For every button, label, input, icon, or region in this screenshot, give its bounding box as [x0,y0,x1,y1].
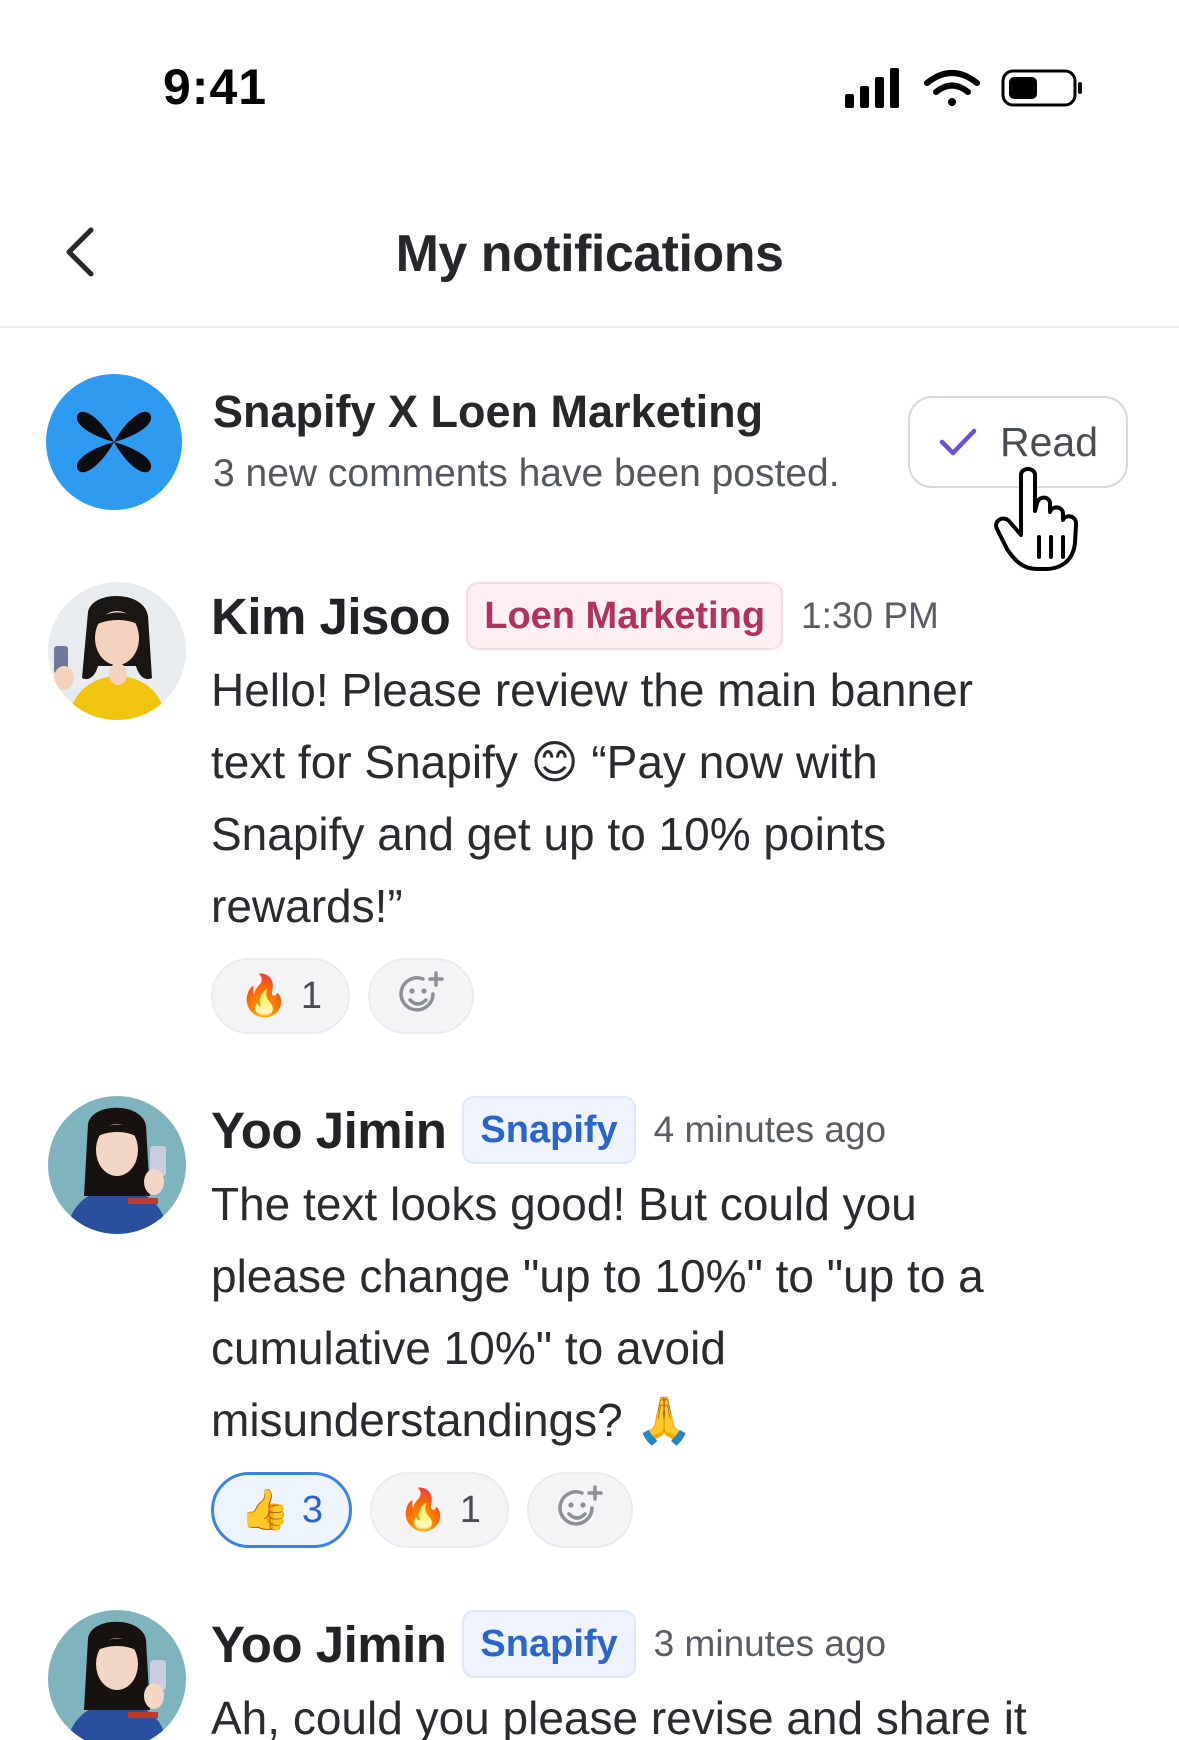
person-photo-icon [48,1096,186,1234]
read-label: Read [999,418,1098,465]
avatar-yoo-jimin[interactable] [48,1096,186,1234]
comment-line: text for Snapify 😊 “Pay now with [211,736,878,788]
notification-title: Snapify X Loen Marketing [213,386,764,437]
comment-header: Yoo Jimin Snapify 3 minutes ago [211,1610,886,1678]
checkmark-icon [939,428,977,456]
timestamp: 1:30 PM [801,595,939,636]
add-reaction-button[interactable] [526,1472,633,1548]
status-time: 9:41 [163,59,268,115]
comment-body: The text looks good! But could you pleas… [211,1168,1111,1456]
reaction-bar: 🔥 1 [211,958,474,1034]
cellular-signal-icon [845,68,899,108]
comment-line: Hello! Please review the main banner [211,664,973,716]
navigation-header: My notifications [0,200,1179,328]
status-bar: 9:41 [0,0,1179,150]
team-tag: Snapify [462,1610,636,1678]
comment-line: misunderstandings? 🙏 [211,1394,693,1446]
reaction-bar: 👍 3 🔥 1 [211,1472,633,1548]
comment-line: rewards!” [211,880,403,932]
status-icons [845,68,1082,108]
comment-body: Ah, could you please revise and share it [211,1682,1111,1740]
add-reaction-button[interactable] [367,958,474,1034]
team-tag: Snapify [462,1096,636,1164]
wifi-icon [924,70,980,106]
add-emoji-icon [558,1485,603,1526]
thumbs-up-emoji-icon: 👍 [240,1488,290,1532]
comment-item: Yoo Jimin Snapify 3 minutes ago Ah, coul… [0,1608,1179,1740]
fire-emoji-icon: 🔥 [239,974,289,1018]
pointer-hand-cursor-icon [994,467,1078,571]
comment-line: The text looks good! But could you [211,1178,917,1230]
comment-header: Kim Jisoo Loen Marketing 1:30 PM [211,582,939,650]
battery-icon [1001,69,1082,107]
comment-header: Yoo Jimin Snapify 4 minutes ago [211,1096,886,1164]
brand-avatar [46,374,182,510]
butterfly-logo-icon [76,411,152,473]
reaction-thumbs-up[interactable]: 👍 3 [211,1472,352,1548]
reaction-fire[interactable]: 🔥 1 [369,1472,509,1548]
reaction-count: 1 [300,974,322,1017]
comment-item: Kim Jisoo Loen Marketing 1:30 PM Hello! … [0,580,1179,1040]
page-title: My notifications [395,225,784,283]
comment-line: Snapify and get up to 10% points [211,808,887,860]
comment-item: Yoo Jimin Snapify 4 minutes ago The text… [0,1094,1179,1554]
comment-line: please change "up to 10%" to "up to a [211,1250,984,1302]
reaction-fire[interactable]: 🔥 1 [211,958,350,1034]
notification-subtitle: 3 new comments have been posted. [213,452,840,495]
reaction-count: 1 [459,1488,481,1531]
person-photo-icon [48,1610,186,1740]
avatar-kim-jisoo[interactable] [48,582,186,720]
comment-body: Hello! Please review the main banner tex… [211,654,1111,942]
author-name[interactable]: Yoo Jimin [211,1101,447,1160]
author-name[interactable]: Yoo Jimin [211,1615,447,1674]
avatar-yoo-jimin[interactable] [48,1610,186,1740]
reaction-count: 3 [301,1488,323,1531]
timestamp: 3 minutes ago [653,1623,887,1664]
author-name[interactable]: Kim Jisoo [211,587,451,646]
add-emoji-icon [399,971,444,1012]
comment-line: Ah, could you please revise and share it [211,1692,1027,1740]
fire-emoji-icon: 🔥 [397,1488,448,1532]
team-tag: Loen Marketing [466,582,784,650]
timestamp: 4 minutes ago [653,1109,887,1150]
person-photo-icon [48,582,186,720]
comment-line: cumulative 10%" to avoid [211,1322,726,1374]
